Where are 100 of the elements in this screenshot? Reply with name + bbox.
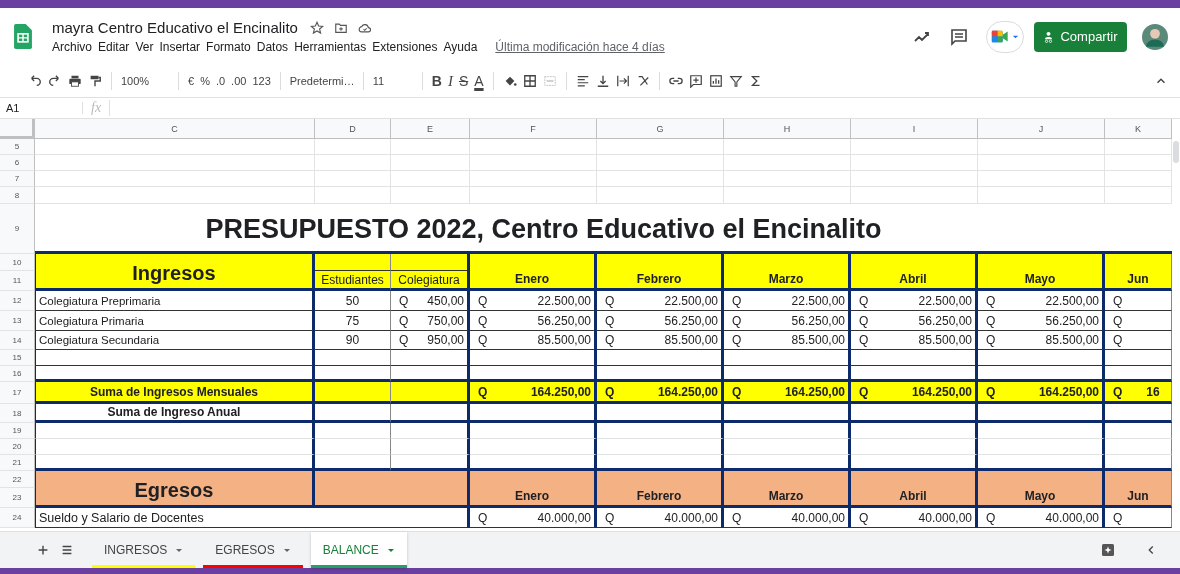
row-number[interactable]: 12: [0, 291, 35, 311]
amount: 56.250,00: [791, 313, 845, 328]
amount: 85.500,00: [791, 333, 845, 347]
sheet-tab[interactable]: INGRESOS: [92, 532, 196, 568]
row-number[interactable]: 10: [0, 254, 35, 271]
avatar[interactable]: [1142, 23, 1168, 50]
row-number[interactable]: 8: [0, 187, 35, 204]
currency-symbol: Q: [605, 293, 615, 308]
filter-icon[interactable]: [728, 74, 743, 88]
row-number[interactable]: 20: [0, 439, 35, 455]
column-header[interactable]: J: [978, 119, 1105, 139]
text-color-button[interactable]: A: [474, 73, 484, 89]
month-header: Enero: [470, 254, 597, 291]
name-box[interactable]: A1: [0, 102, 83, 114]
column-header[interactable]: D: [315, 119, 391, 139]
wrap-icon[interactable]: [615, 74, 630, 88]
currency-symbol: Q: [732, 384, 742, 399]
row-number[interactable]: 22: [0, 471, 35, 488]
row-number[interactable]: 19: [0, 423, 35, 439]
row-number[interactable]: 9: [0, 204, 35, 254]
sheet-tab[interactable]: BALANCE: [310, 532, 407, 568]
column-header[interactable]: E: [391, 119, 470, 139]
row-number[interactable]: 15: [0, 350, 35, 366]
currency-symbol: Q: [986, 313, 996, 328]
strikethrough-button[interactable]: S: [458, 73, 469, 89]
row-number[interactable]: 5: [0, 139, 35, 155]
increase-decimals-button[interactable]: .00: [231, 75, 247, 87]
row-number[interactable]: 24: [0, 508, 35, 528]
currency-symbol: Q: [986, 510, 996, 525]
menu-icon[interactable]: [60, 543, 74, 557]
column-header[interactable]: K: [1105, 119, 1172, 139]
row-number[interactable]: 13: [0, 311, 35, 331]
column-header[interactable]: G: [597, 119, 724, 139]
merge-cells-icon[interactable]: [542, 74, 557, 88]
row-number[interactable]: 7: [0, 171, 35, 187]
add-sheet-icon[interactable]: [36, 543, 50, 557]
currency-symbol: Q: [605, 384, 615, 399]
column-header[interactable]: F: [470, 119, 597, 139]
column-header[interactable]: C: [35, 119, 315, 139]
document-title[interactable]: mayra Centro Educativo el Encinalito: [52, 19, 298, 36]
last-edit-link[interactable]: Última modificación hace 4 días: [495, 40, 665, 54]
currency-symbol: Q: [399, 293, 409, 308]
caret-icon: [386, 546, 395, 554]
menu-item[interactable]: Archivo: [52, 40, 96, 54]
currency-symbol: Q: [399, 313, 409, 328]
menu-item[interactable]: Formato: [206, 40, 255, 54]
align-icon[interactable]: [575, 74, 590, 88]
currency-symbol: Q: [605, 333, 615, 347]
scrollbar-thumb[interactable]: [1173, 141, 1179, 163]
month-header: Marzo: [724, 471, 851, 508]
italic-button[interactable]: I: [447, 72, 453, 90]
menu-item[interactable]: Herramientas: [294, 40, 371, 54]
star-icon[interactable]: [309, 20, 324, 35]
borders-icon[interactable]: [522, 74, 537, 88]
paint-format-icon[interactable]: [88, 74, 102, 88]
currency-symbol: Q: [859, 293, 869, 308]
row-number[interactable]: 18: [0, 404, 35, 423]
menu-item[interactable]: Insertar: [159, 40, 205, 54]
font-dropdown[interactable]: Predetermi…: [289, 75, 354, 87]
menu-item[interactable]: Ver: [135, 40, 158, 54]
row-number[interactable]: 11: [0, 271, 35, 291]
sheets-logo-icon[interactable]: [14, 24, 32, 49]
month-header: Jun: [1105, 471, 1172, 508]
decrease-decimals-button[interactable]: .0: [215, 75, 226, 87]
explore-icon[interactable]: [1100, 542, 1116, 558]
sheet-tab[interactable]: EGRESOS: [203, 532, 303, 568]
menu-item[interactable]: Extensiones: [372, 40, 442, 54]
menu-item[interactable]: Editar: [98, 40, 134, 54]
row-number[interactable]: 23: [0, 488, 35, 508]
amount: 22.500,00: [791, 293, 845, 308]
section-heading: Ingresos: [35, 254, 315, 291]
print-icon[interactable]: [68, 74, 82, 88]
share-button[interactable]: Compartir: [1034, 21, 1127, 52]
currency-format-button[interactable]: €: [188, 75, 195, 87]
vertical-align-icon[interactable]: [595, 74, 610, 88]
row-number[interactable]: 14: [0, 331, 35, 350]
undo-icon[interactable]: [28, 74, 42, 88]
menu-item[interactable]: Datos: [256, 40, 293, 54]
comment-icon[interactable]: [949, 26, 969, 47]
row-number[interactable]: 6: [0, 155, 35, 171]
zoom-dropdown[interactable]: 100%: [121, 75, 169, 87]
month-header: Enero: [470, 471, 597, 508]
amount: 40.000,00: [664, 510, 718, 525]
row-number[interactable]: 17: [0, 382, 35, 404]
menu-item[interactable]: Ayuda: [443, 40, 482, 54]
currency-symbol: Q: [732, 293, 742, 308]
percent-format-button[interactable]: %: [200, 75, 210, 87]
column-header[interactable]: I: [851, 119, 978, 139]
add-comment-icon[interactable]: [688, 74, 703, 88]
sum-icon[interactable]: [748, 74, 763, 88]
row-number[interactable]: 21: [0, 455, 35, 471]
currency-symbol: Q: [1113, 510, 1123, 525]
redo-icon[interactable]: [48, 74, 62, 88]
bold-button[interactable]: B: [431, 73, 442, 89]
chart-icon[interactable]: [708, 74, 723, 88]
number-format-dropdown[interactable]: 123: [252, 75, 271, 87]
column-header[interactable]: H: [724, 119, 851, 139]
font-size-dropdown[interactable]: 11: [372, 75, 413, 87]
folder-icon[interactable]: [333, 20, 348, 35]
row-number[interactable]: 16: [0, 366, 35, 382]
